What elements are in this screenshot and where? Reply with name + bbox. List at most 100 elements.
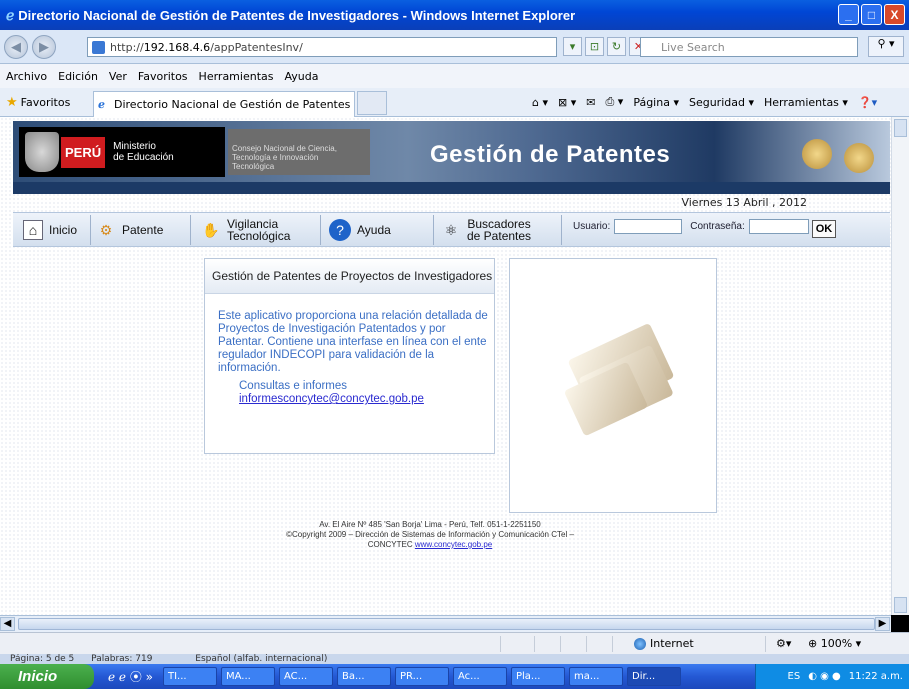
menu-ver[interactable]: Ver	[109, 70, 127, 83]
search-button[interactable]: ⚲ ▾	[868, 36, 904, 57]
scroll-right-button[interactable]: ▶	[875, 617, 890, 631]
back-button[interactable]: ◀	[4, 35, 28, 59]
peru-shield-icon	[25, 132, 59, 172]
stamps-image	[798, 131, 883, 175]
taskbar-button[interactable]: PR...	[395, 667, 449, 686]
info-description: Este aplicativo proporciona una relación…	[218, 310, 488, 374]
menu-ayuda[interactable]: Ayuda	[284, 70, 318, 83]
nav-vigilancia[interactable]: ✋ Vigilancia Tecnológica	[201, 213, 290, 247]
peru-logo: PERÚ Ministerio de Educación	[19, 127, 225, 177]
scroll-up-button[interactable]	[894, 119, 907, 137]
search-engine-icon: ⚛	[444, 222, 458, 238]
dropdown-arrow-icon[interactable]: ▾	[563, 37, 582, 56]
nav-separator	[433, 215, 434, 245]
compatibility-icon[interactable]: ⊡	[585, 37, 604, 56]
print-icon[interactable]: ⎙ ▾	[605, 95, 623, 109]
nav-inicio[interactable]: ⌂ Inicio	[23, 213, 77, 247]
taskbar-button[interactable]: Ac...	[453, 667, 507, 686]
concytec-line1: Consejo Nacional de Ciencia,	[232, 144, 337, 153]
scroll-down-button[interactable]	[894, 597, 907, 613]
status-divider	[586, 636, 587, 652]
nav-ayuda[interactable]: ? Ayuda	[329, 213, 391, 247]
nav-separator	[190, 215, 191, 245]
page-favicon-icon	[92, 41, 105, 54]
menu-favoritos[interactable]: Favoritos	[138, 70, 188, 83]
menu-archivo[interactable]: Archivo	[6, 70, 47, 83]
site-nav: ⌂ Inicio ⚙ Patente ✋ Vigilancia Tecnológi…	[13, 212, 890, 247]
consult-email-link[interactable]: informesconcytec@concytec.gob.pe	[239, 393, 424, 405]
security-zone[interactable]: Internet	[634, 637, 694, 650]
banner-stripe	[13, 182, 890, 194]
new-tab-button[interactable]	[357, 91, 387, 115]
status-divider	[560, 636, 561, 652]
url-host: 192.168.4.6	[143, 41, 211, 54]
footer-org: CONCYTEC	[367, 540, 413, 549]
menu-edicion[interactable]: Edición	[58, 70, 98, 83]
favorites-button[interactable]: ★ Favoritos	[6, 95, 70, 110]
taskbar-button[interactable]: Ba...	[337, 667, 391, 686]
taskbar-button-active[interactable]: Dir...	[627, 667, 681, 686]
menu-herramientas[interactable]: Herramientas	[199, 70, 274, 83]
quick-launch-icon[interactable]: ℯ ℯ ⦿ »	[108, 668, 153, 685]
footer-link[interactable]: www.concytec.gob.pe	[415, 540, 492, 549]
footer-line3: CONCYTEC www.concytec.gob.pe	[230, 540, 630, 550]
nav-buscadores[interactable]: ⚛ Buscadores de Patentes	[441, 213, 531, 247]
concytec-line2: Tecnología e Innovación	[232, 153, 319, 162]
usuario-input[interactable]	[614, 219, 683, 234]
favorites-label: Favoritos	[20, 96, 71, 109]
word-status-bar: Página: 5 de 5 Palabras: 719 Español (al…	[0, 654, 909, 664]
taskbar-button[interactable]: TI...	[163, 667, 217, 686]
nav-separator	[90, 215, 91, 245]
menu-bar: Archivo Edición Ver Favoritos Herramient…	[0, 64, 909, 88]
page-menu[interactable]: Página ▾	[633, 96, 679, 109]
zone-label: Internet	[650, 637, 694, 650]
login-ok-button[interactable]: OK	[812, 220, 836, 238]
taskbar-button[interactable]: AC...	[279, 667, 333, 686]
search-input[interactable]: Live Search	[640, 37, 858, 57]
tab-active[interactable]: ℯ Directorio Nacional de Gestión de Pate…	[93, 91, 355, 117]
word-page-count: Página: 5 de 5	[10, 654, 75, 664]
back-arrow-icon: ◀	[11, 39, 21, 55]
horizontal-scroll-thumb[interactable]	[18, 618, 875, 630]
ie-logo-icon: ℯ	[6, 6, 15, 23]
zoom-control[interactable]: ⊕ 100% ▾	[808, 637, 861, 650]
buscadores-line2: de Patentes	[467, 229, 532, 243]
nav-buscadores-label: Buscadores de Patentes	[467, 218, 531, 242]
taskbar-button[interactable]: Pla...	[511, 667, 565, 686]
ie-tab-icon: ℯ	[98, 98, 105, 111]
forward-button[interactable]: ▶	[32, 35, 56, 59]
login-form: Usuario: Contraseña:	[573, 219, 813, 234]
minimize-button[interactable]: _	[838, 4, 859, 25]
taskbar-button[interactable]: ma...	[569, 667, 623, 686]
system-tray: ES ◐ ◉ ● 11:22 a.m.	[755, 664, 909, 689]
current-date: Viernes 13 Abril , 2012	[681, 196, 807, 209]
protected-mode-icon[interactable]: ⚙▾	[776, 637, 791, 650]
nav-vigilancia-label: Vigilancia Tecnológica	[227, 218, 290, 242]
security-menu[interactable]: Seguridad ▾	[689, 96, 754, 109]
home-icon[interactable]: ⌂ ▾	[532, 96, 548, 109]
taskbar-button[interactable]: MA...	[221, 667, 275, 686]
close-button[interactable]: X	[884, 4, 905, 25]
status-divider	[612, 636, 613, 652]
word-count: Palabras: 719	[91, 654, 153, 664]
tray-icons[interactable]: ◐ ◉ ●	[808, 671, 841, 682]
footer-copyright: ©Copyright 2009 – Dirección de Sistemas …	[286, 530, 574, 539]
help-icon[interactable]: ❓▾	[858, 96, 877, 109]
nav-patente[interactable]: ⚙ Patente	[96, 213, 164, 247]
vertical-scrollbar[interactable]	[891, 117, 909, 615]
refresh-icon[interactable]: ↻	[607, 37, 626, 56]
mail-icon[interactable]: ✉	[586, 96, 595, 109]
language-indicator[interactable]: ES	[788, 671, 801, 682]
status-bar: Internet ⚙▾ ⊕ 100% ▾	[0, 632, 909, 654]
start-button[interactable]: Inicio	[0, 664, 94, 689]
nav-ayuda-label: Ayuda	[357, 223, 391, 237]
footer-address: Av. El Aire Nº 485 'San Borja' Lima - Pe…	[319, 520, 541, 529]
feeds-icon[interactable]: ⊠ ▾	[558, 96, 576, 109]
url-input[interactable]: http://192.168.4.6/appPatentesInv/	[87, 37, 557, 57]
password-input[interactable]	[748, 219, 809, 234]
horizontal-scrollbar[interactable]: ◀ ▶	[0, 615, 891, 632]
scroll-left-button[interactable]: ◀	[0, 617, 15, 631]
tools-menu[interactable]: Herramientas ▾	[764, 96, 848, 109]
status-divider	[534, 636, 535, 652]
maximize-button[interactable]: □	[861, 4, 882, 25]
